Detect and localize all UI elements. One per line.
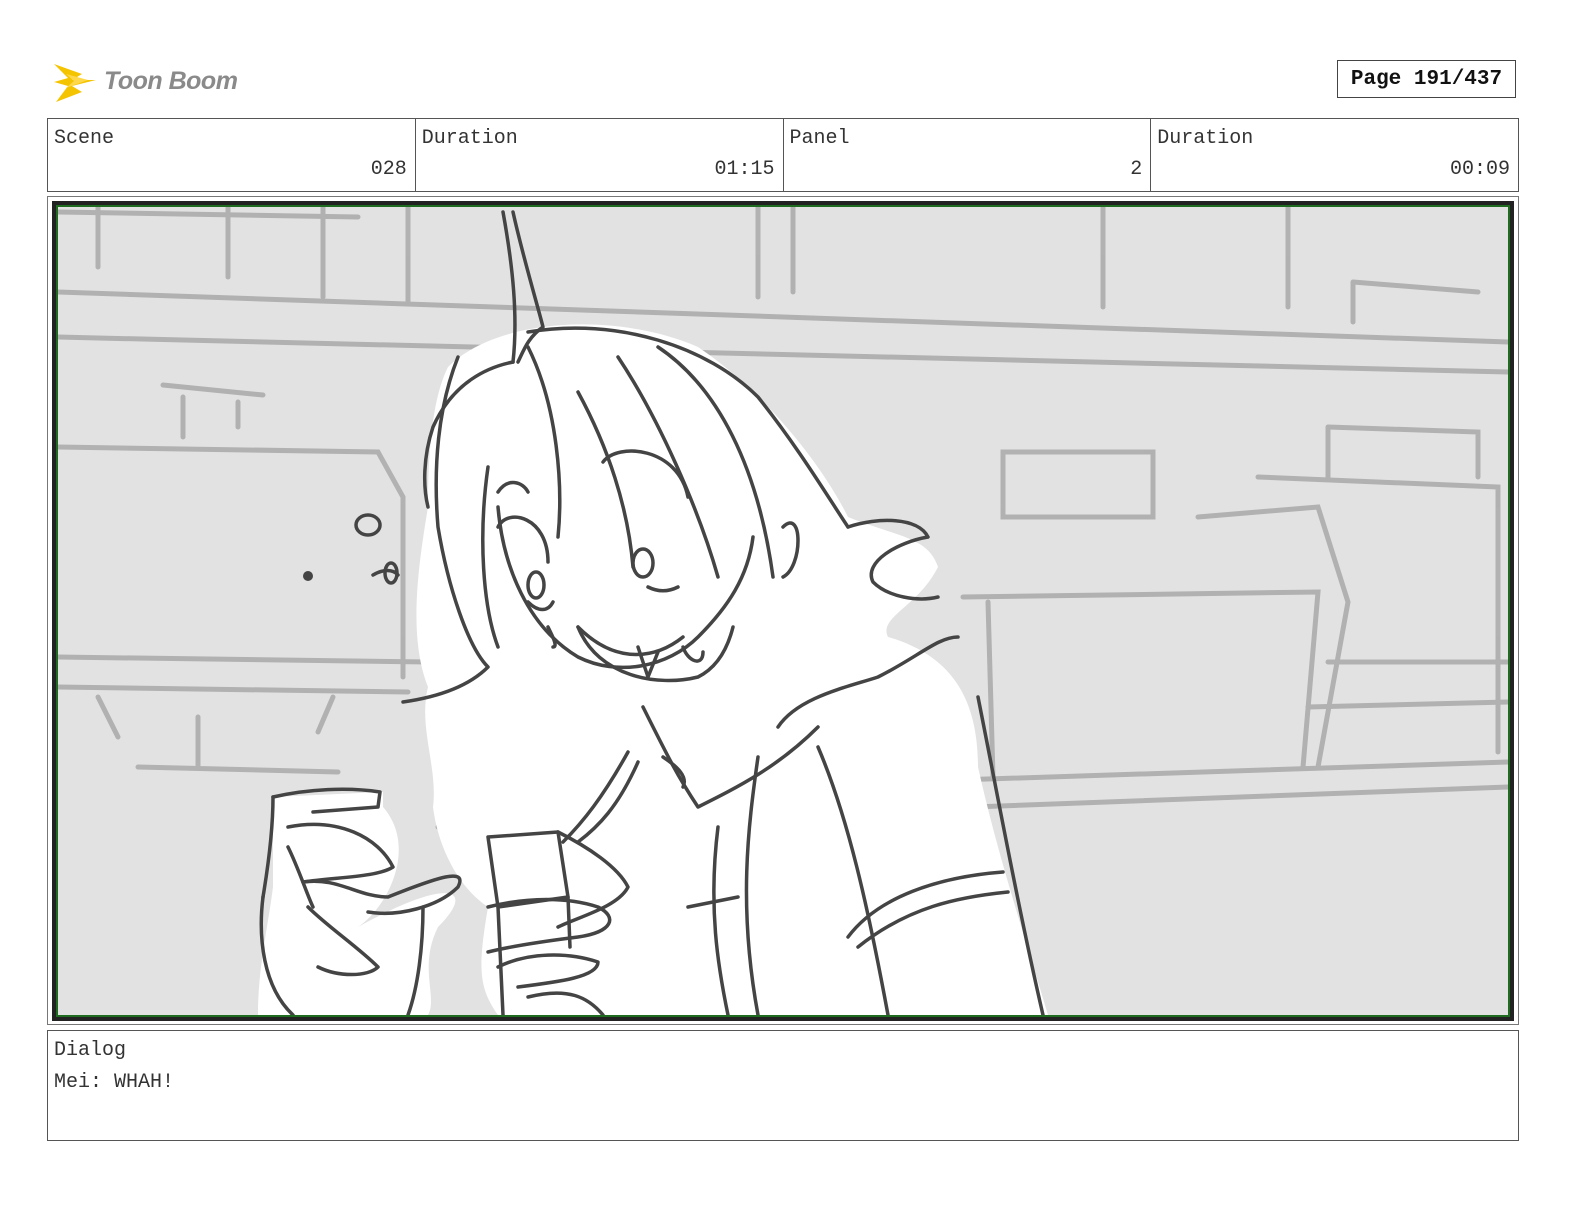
panel-value: 2 [1130,158,1143,181]
panel-cell: Panel 2 [784,119,1152,191]
dialog-text: Mei: WHAH! [54,1071,175,1094]
panel-duration-label: Duration [1157,127,1254,150]
panel-label: Panel [789,127,850,150]
scene-cell: Scene 028 [48,119,416,191]
panel-duration-value: 00:09 [1449,158,1510,181]
dialog-label: Dialog [54,1039,127,1062]
page-number: Page 191/437 [1337,60,1516,98]
toon-boom-logo: Toon Boom [52,56,238,106]
scene-label: Scene [54,127,115,150]
storyboard-sketch [58,207,1508,1015]
info-row: Scene 028 Duration 01:15 Panel 2 Duratio… [47,118,1519,192]
storyboard-panel-image [58,207,1508,1015]
scene-duration-label: Duration [421,127,518,150]
scene-value: 028 [370,158,407,181]
dialog-box: Dialog Mei: WHAH! [47,1030,1519,1141]
toon-boom-burst-icon [54,64,96,102]
scene-duration-value: 01:15 [714,158,775,181]
scene-duration-cell: Duration 01:15 [416,119,784,191]
logo-text: Toon Boom [104,66,238,95]
panel-duration-cell: Duration 00:09 [1151,119,1518,191]
